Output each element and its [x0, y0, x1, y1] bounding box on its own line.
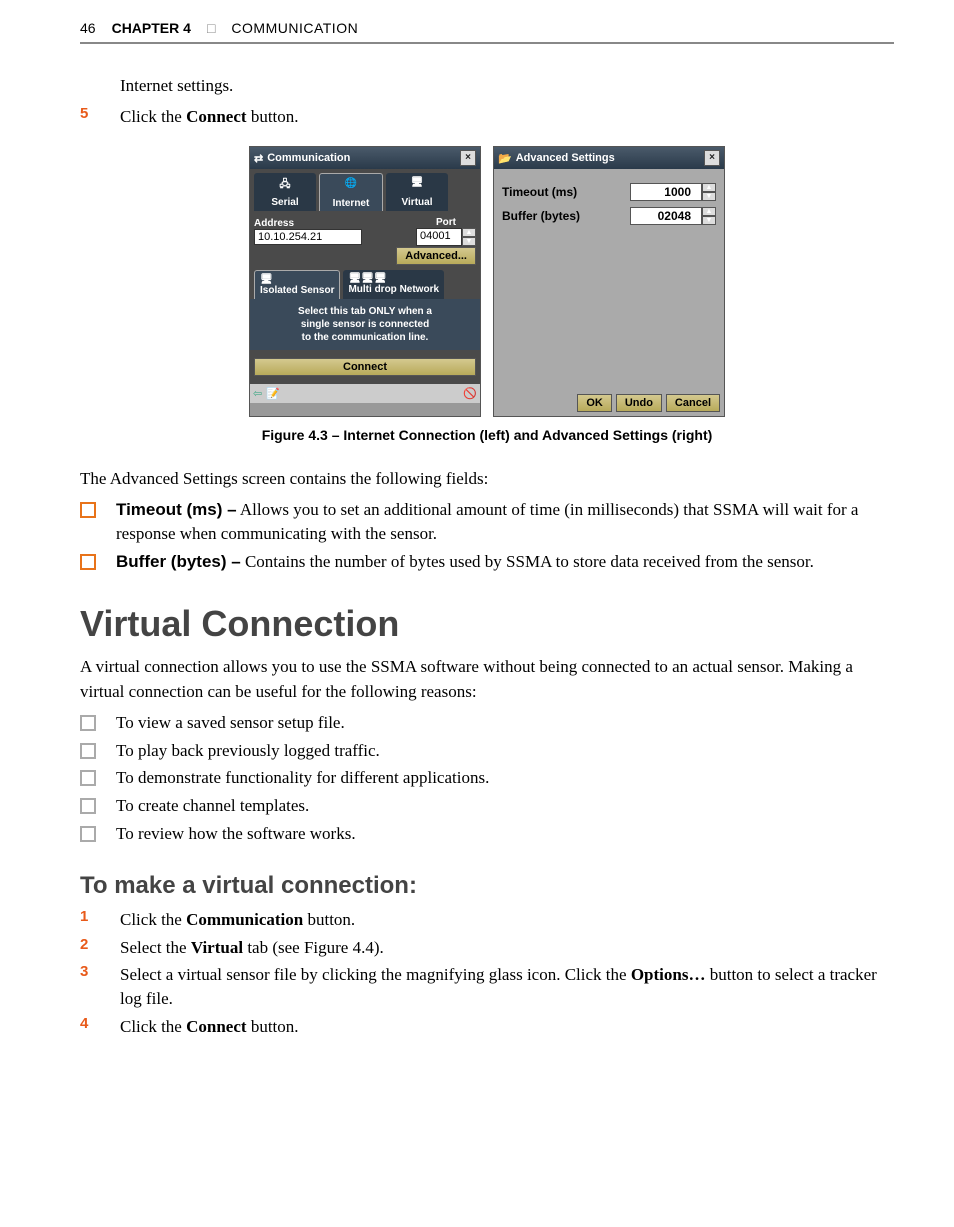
bullet-text: To review how the software works. [116, 822, 356, 846]
bullet-reason-2: To play back previously logged traffic. [80, 739, 894, 763]
port-input[interactable]: 04001 [416, 228, 462, 246]
bullet-icon [80, 554, 96, 570]
step-number: 1 [80, 908, 100, 932]
step-text: Click the Communication button. [120, 908, 355, 932]
timeout-spinner[interactable]: ▲▼ [702, 183, 716, 201]
bullet-icon [80, 770, 96, 786]
step-text: Select the Virtual tab (see Figure 4.4). [120, 936, 384, 960]
cancel-icon[interactable]: 🚫 [463, 387, 477, 400]
sensor-mode-tabs: 🖥Isolated Sensor 🖥🖥🖥Multi drop Network [250, 266, 480, 299]
page-header: 46 CHAPTER 4 □ COMMUNICATION [80, 20, 894, 44]
bullet-icon [80, 743, 96, 759]
communication-dialog: ⇄ Communication × 🖧Serial 🌐Internet 🖥Virt… [249, 146, 481, 417]
figure-caption: Figure 4.3 – Internet Connection (left) … [80, 427, 894, 443]
bullet-text: Buffer (bytes) – Contains the number of … [116, 550, 814, 574]
connect-button[interactable]: Connect [254, 358, 476, 376]
bullet-icon [80, 798, 96, 814]
bullet-text: To play back previously logged traffic. [116, 739, 380, 763]
step-number: 3 [80, 963, 100, 1011]
dialog-title: Communication [267, 152, 350, 164]
connection-tabs: 🖧Serial 🌐Internet 🖥Virtual [250, 169, 480, 211]
close-icon[interactable]: × [460, 150, 476, 166]
intro-line: Internet settings. [120, 74, 894, 99]
vc-step-2: 2 Select the Virtual tab (see Figure 4.4… [80, 936, 894, 960]
bullet-icon [80, 715, 96, 731]
step-number: 2 [80, 936, 100, 960]
bullet-buffer: Buffer (bytes) – Contains the number of … [80, 550, 894, 574]
port-spinner[interactable]: ▲▼ [462, 228, 476, 246]
dialog-bottom-bar: ⇦ 📝 🚫 [250, 384, 480, 403]
vc-step-1: 1 Click the Communication button. [80, 908, 894, 932]
undo-button[interactable]: Undo [616, 394, 662, 412]
dialog-titlebar: ⇄ Communication × [250, 147, 480, 169]
bullet-reason-5: To review how the software works. [80, 822, 894, 846]
bullet-text: To demonstrate functionality for differe… [116, 766, 489, 790]
timeout-input[interactable]: 1000 [630, 183, 702, 201]
advanced-button[interactable]: Advanced... [396, 247, 476, 265]
bullet-icon [80, 502, 96, 518]
bullet-text: Timeout (ms) – Allows you to set an addi… [116, 498, 894, 546]
timeout-label: Timeout (ms) [502, 185, 577, 199]
subsection-heading: To make a virtual connection: [80, 872, 894, 900]
bullet-icon [80, 826, 96, 842]
address-label: Address [254, 218, 410, 229]
tab-internet[interactable]: 🌐Internet [319, 173, 383, 211]
tab-isolated-sensor[interactable]: 🖥Isolated Sensor [254, 270, 340, 299]
adv-button-row: OK Undo Cancel [494, 390, 724, 416]
step-text: Select a virtual sensor file by clicking… [120, 963, 894, 1011]
step-text: Click the Connect button. [120, 1015, 299, 1039]
bullet-reason-1: To view a saved sensor setup file. [80, 711, 894, 735]
chapter-label: CHAPTER 4 [112, 20, 191, 36]
back-icon[interactable]: ⇦ [253, 387, 262, 400]
adv-title: Advanced Settings [516, 152, 615, 164]
bullet-reason-4: To create channel templates. [80, 794, 894, 818]
tab-multi-drop[interactable]: 🖥🖥🖥Multi drop Network [343, 270, 444, 299]
chapter-title: COMMUNICATION [231, 20, 358, 36]
chapter-separator: □ [207, 20, 215, 36]
bullet-reason-3: To demonstrate functionality for differe… [80, 766, 894, 790]
step-5: 5 Click the Connect button. [80, 105, 894, 129]
buffer-input[interactable]: 02048 [630, 207, 702, 225]
tab-serial[interactable]: 🖧Serial [254, 173, 316, 211]
tab-virtual[interactable]: 🖥Virtual [386, 173, 448, 211]
connection-panel: Address 10.10.254.21 Port 04001 ▲▼ Advan… [250, 211, 480, 266]
page-number: 46 [80, 20, 96, 36]
section-heading: Virtual Connection [80, 603, 894, 645]
ok-button[interactable]: OK [577, 394, 612, 412]
close-icon[interactable]: × [704, 150, 720, 166]
app-icon: ⇄ [254, 152, 263, 165]
figure-4-3: ⇄ Communication × 🖧Serial 🌐Internet 🖥Virt… [80, 146, 894, 417]
port-label: Port [416, 217, 476, 228]
buffer-spinner[interactable]: ▲▼ [702, 207, 716, 225]
sensor-note: Select this tab ONLY when a single senso… [250, 299, 480, 350]
vc-step-4: 4 Click the Connect button. [80, 1015, 894, 1039]
buffer-label: Buffer (bytes) [502, 209, 580, 223]
step-number: 4 [80, 1015, 100, 1039]
adv-intro-text: The Advanced Settings screen contains th… [80, 467, 894, 492]
section-paragraph: A virtual connection allows you to use t… [80, 655, 894, 704]
bullet-timeout: Timeout (ms) – Allows you to set an addi… [80, 498, 894, 546]
vc-step-3: 3 Select a virtual sensor file by clicki… [80, 963, 894, 1011]
adv-body: Timeout (ms) 1000 ▲▼ Buffer (bytes) 0204… [494, 169, 724, 390]
bullet-text: To view a saved sensor setup file. [116, 711, 345, 735]
bullet-text: To create channel templates. [116, 794, 309, 818]
step-text: Click the Connect button. [120, 105, 299, 129]
cancel-button[interactable]: Cancel [666, 394, 720, 412]
address-input[interactable]: 10.10.254.21 [254, 229, 362, 245]
advanced-settings-dialog: 📂 Advanced Settings × Timeout (ms) 1000 ▲… [493, 146, 725, 417]
step-number: 5 [80, 105, 100, 129]
note-icon[interactable]: 📝 [266, 387, 280, 400]
folder-icon: 📂 [498, 152, 512, 165]
adv-titlebar: 📂 Advanced Settings × [494, 147, 724, 169]
